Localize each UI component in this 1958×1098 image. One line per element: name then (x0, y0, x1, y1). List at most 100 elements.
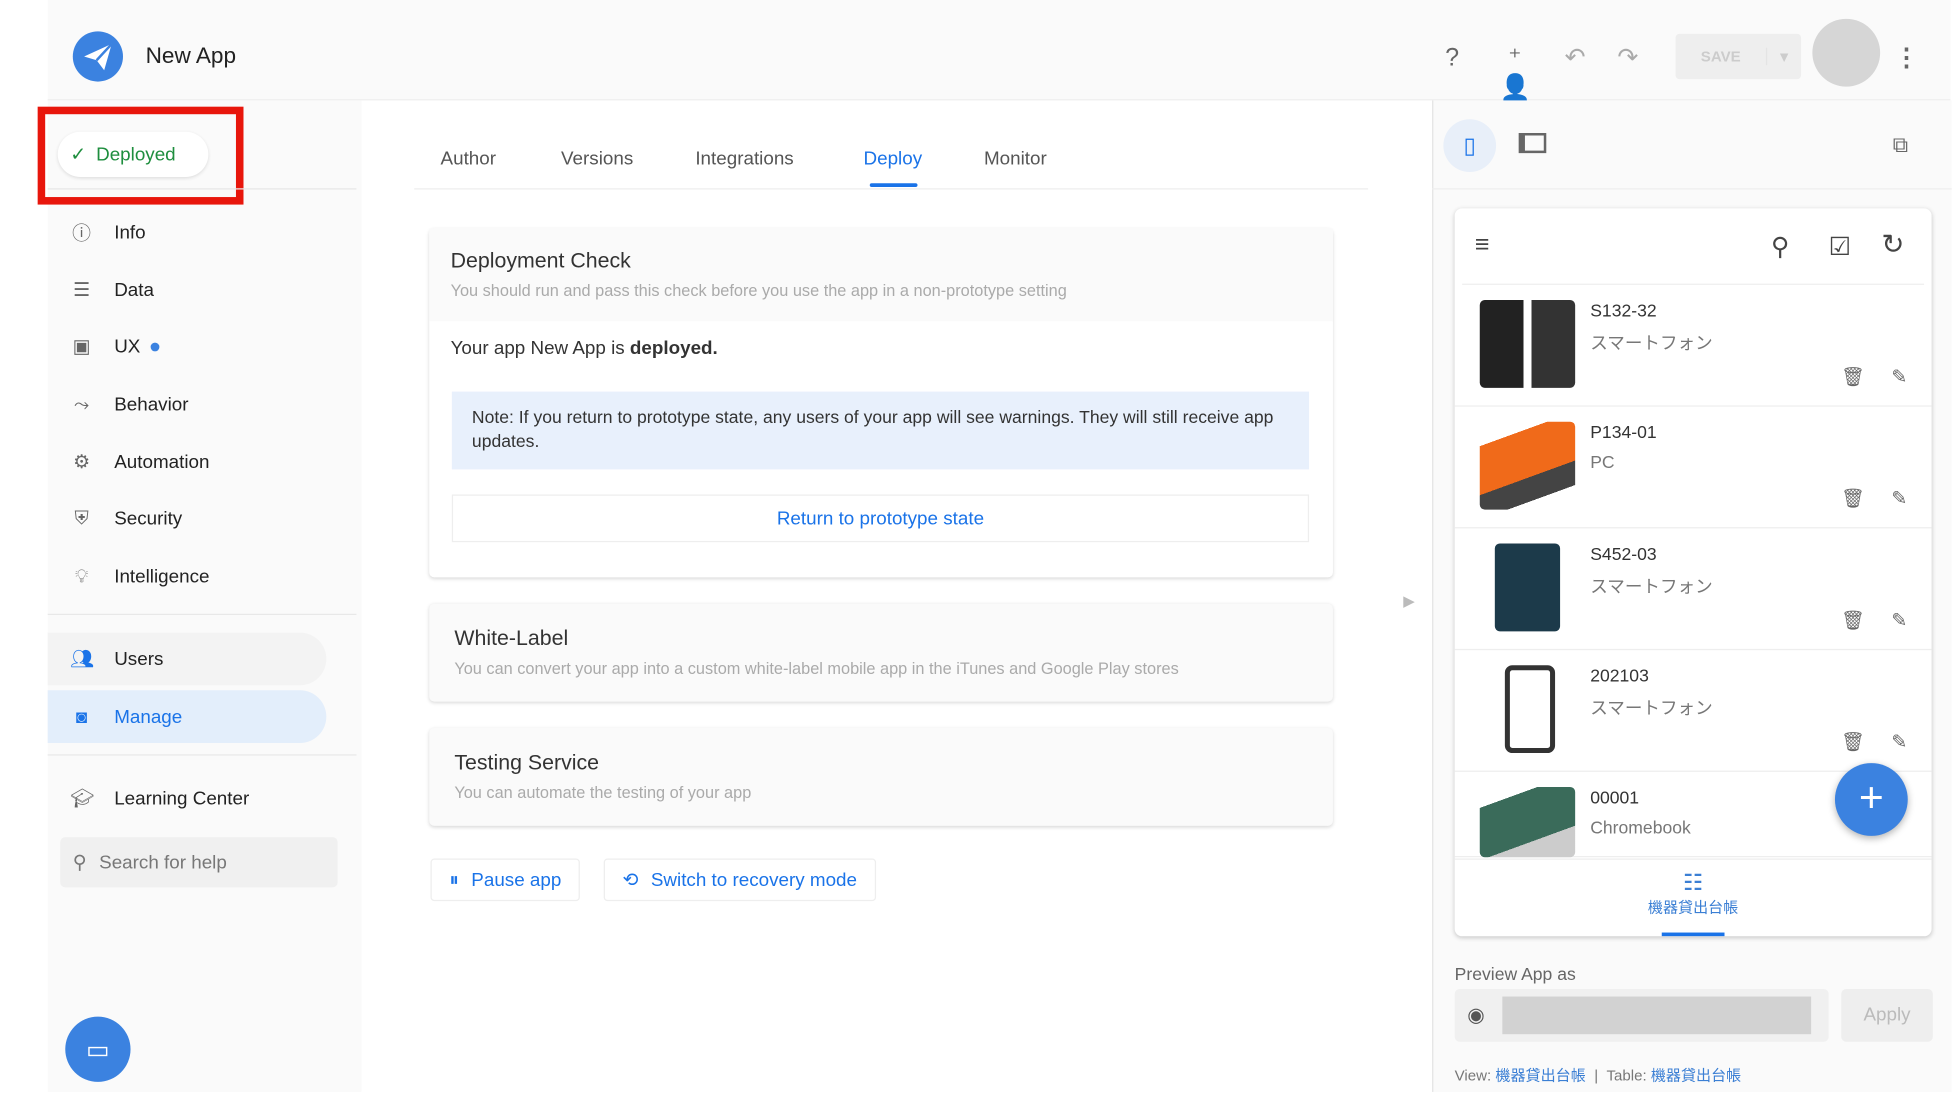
sidebar-item-automation[interactable]: ⚙ Automation (48, 436, 327, 489)
label: Data (114, 279, 154, 301)
item-image (1494, 543, 1561, 632)
app-logo-icon (72, 31, 123, 82)
app-bar (47, 0, 1951, 101)
add-user-icon[interactable]: ⁺👤 (1500, 43, 1531, 102)
return-to-prototype-button[interactable]: Return to prototype state (451, 494, 1310, 543)
item-id: P134-01 (1590, 421, 1657, 442)
list-icon: ☷ (1682, 869, 1704, 895)
item-image (1479, 421, 1576, 510)
sidebar-item-intelligence[interactable]: 💡︎ Intelligence (48, 550, 327, 603)
tab-integrations[interactable]: Integrations (695, 148, 793, 169)
refresh-icon[interactable]: ↻ (1881, 228, 1904, 261)
divider (47, 613, 357, 615)
help-icon[interactable]: ? (1437, 43, 1467, 73)
behavior-icon: ⤳ (74, 393, 90, 415)
sidebar-item-data[interactable]: ☰ Data (48, 264, 327, 317)
tab-versions[interactable]: Versions (561, 148, 633, 169)
redacted-value (1502, 996, 1812, 1035)
ux-icon: ▣ (72, 336, 91, 358)
label: Switch to recovery mode (650, 869, 857, 891)
sidebar-item-users[interactable]: 👥︎ Users (47, 632, 327, 686)
item-image (1479, 299, 1576, 388)
save-button[interactable]: SAVE ▾ (1675, 33, 1802, 80)
divider (47, 188, 357, 190)
account-icon: ◉ (1467, 1005, 1485, 1027)
item-id: 202103 (1590, 665, 1649, 686)
search-icon: ⚲ (72, 852, 87, 874)
testing-service-card[interactable]: Testing Service You can automate the tes… (429, 727, 1333, 826)
label: Intelligence (114, 565, 210, 587)
undo-icon[interactable]: ↶ (1560, 43, 1590, 73)
delete-icon[interactable]: 🗑︎ (1841, 609, 1865, 631)
white-label-card[interactable]: White-Label You can convert your app int… (429, 603, 1333, 702)
collapse-arrow-icon[interactable]: ▶ (1403, 592, 1415, 610)
list-item[interactable]: 202103 スマートフォン 🗑︎ ✎ (1454, 650, 1932, 772)
item-id: 00001 (1590, 786, 1640, 808)
view-label: View: (1454, 1066, 1492, 1085)
edit-icon[interactable]: ✎ (1891, 365, 1907, 387)
users-icon: 👥︎ (70, 648, 95, 671)
tab-author[interactable]: Author (441, 148, 496, 169)
tab-deploy[interactable]: Deploy (864, 148, 923, 169)
active-tab-indicator (869, 183, 918, 188)
list-item[interactable]: S452-03 スマートフォン 🗑︎ ✎ (1454, 528, 1932, 651)
tablet-view-icon[interactable] (1518, 133, 1547, 154)
edit-icon[interactable]: ✎ (1891, 730, 1907, 753)
manage-icon: ◙ (75, 705, 88, 728)
sidebar-item-learning-center[interactable]: 🎓︎ Learning Center (48, 772, 327, 825)
search-icon[interactable]: ⚲ (1771, 231, 1789, 262)
sidebar-item-ux[interactable]: ▣ UX (48, 320, 327, 373)
preview-footer: View: 機器貸出台帳 | Table: 機器貸出台帳 (1454, 1066, 1742, 1085)
tab-divider (414, 188, 1369, 190)
card-title: Testing Service (454, 750, 600, 775)
unsaved-dot (150, 342, 160, 351)
redo-icon[interactable]: ↷ (1613, 43, 1643, 73)
open-in-new-icon[interactable]: ⧉ (1893, 133, 1908, 158)
sidebar-item-info[interactable]: ⓘ Info (48, 206, 327, 259)
tab-monitor[interactable]: Monitor (984, 148, 1047, 169)
view-link[interactable]: 機器貸出台帳 (1495, 1067, 1585, 1085)
select-checkbox-icon[interactable]: ☑ (1829, 231, 1852, 262)
prototype-note: Note: If you return to prototype state, … (451, 391, 1310, 470)
item-type: スマートフォン (1590, 576, 1713, 597)
phone-view-icon[interactable]: ▯ (1443, 119, 1497, 172)
help-search-input[interactable]: ⚲ Search for help (60, 837, 338, 888)
sidebar-item-behavior[interactable]: ⤳ Behavior (48, 378, 327, 431)
edit-icon[interactable]: ✎ (1891, 609, 1907, 631)
preview-user-input[interactable]: ◉ (1454, 989, 1829, 1042)
recovery-mode-button[interactable]: ⟲ Switch to recovery mode (603, 858, 876, 902)
info-icon: ⓘ (72, 222, 91, 245)
list-item[interactable]: P134-01 PC 🗑︎ ✎ (1454, 407, 1932, 529)
apply-button[interactable]: Apply (1841, 989, 1933, 1042)
label: Security (114, 507, 183, 530)
add-button[interactable]: + (1834, 763, 1908, 836)
app-title: New App (145, 42, 237, 68)
label: Learning Center (114, 787, 250, 809)
lightbulb-icon: 💡︎ (74, 565, 89, 587)
history-icon: ⟲ (622, 869, 639, 892)
highlight-box (37, 106, 244, 205)
table-label: Table: (1606, 1066, 1647, 1085)
nav-label: 機器貸出台帳 (1647, 898, 1739, 917)
table-link[interactable]: 機器貸出台帳 (1651, 1067, 1741, 1085)
delete-icon[interactable]: 🗑︎ (1841, 365, 1865, 387)
chat-button[interactable]: ▭ (65, 1016, 131, 1082)
item-id: S132-32 (1590, 299, 1657, 321)
card-title: Deployment Check (450, 248, 631, 273)
status-value: deployed. (629, 337, 718, 359)
bottom-nav-tab[interactable]: ☷ 機器貸出台帳 (1454, 858, 1932, 937)
more-vert-icon[interactable]: ⋮ (1891, 43, 1921, 73)
delete-icon[interactable]: 🗑︎ (1841, 730, 1865, 753)
pause-app-button[interactable]: ⏸︎ Pause app (430, 858, 581, 902)
list-item[interactable]: S132-32 スマートフォン 🗑︎ ✎ (1454, 285, 1932, 407)
label: UX (114, 335, 141, 358)
sort-icon[interactable]: ≡ (1475, 231, 1490, 260)
item-type: スマートフォン (1590, 697, 1713, 718)
save-dropdown-icon[interactable]: ▾ (1765, 47, 1801, 66)
sidebar-item-manage[interactable]: ◙ Manage (47, 690, 327, 744)
edit-icon[interactable]: ✎ (1891, 487, 1907, 509)
delete-icon[interactable]: 🗑︎ (1841, 487, 1865, 509)
sidebar-item-security[interactable]: ⛨ Security (48, 492, 327, 545)
avatar[interactable] (1812, 18, 1881, 87)
label: Automation (114, 451, 210, 473)
